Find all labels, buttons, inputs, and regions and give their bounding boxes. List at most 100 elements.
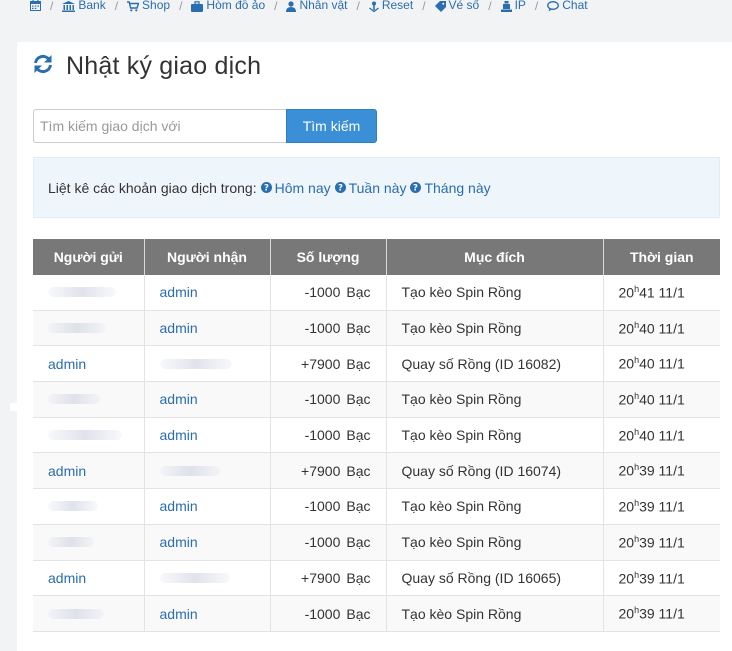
ticket-icon <box>434 0 446 12</box>
purpose-cell: Quay số Rồng (ID 16082) <box>386 345 604 383</box>
table-row: admin +7900 Bạc Quay số Rồng (ID 16074) 20h3… <box>33 452 720 490</box>
sender-cell <box>33 417 145 454</box>
filter-label: Liệt kê các khoản giao dịch trong: <box>48 179 257 196</box>
user-link[interactable]: admin <box>160 427 198 443</box>
purpose-cell: Tạo kèo Spin Rồng <box>386 595 604 632</box>
col-header-sender: Người gửi <box>33 239 145 275</box>
nav-label: Bank <box>78 0 106 12</box>
time-cell: 20h39 11/1 <box>603 452 720 490</box>
table-row: admin -1000 Bạc Tạo kèo Spin Rồng 20h40 11/1 <box>33 417 720 454</box>
nav-item-reset[interactable]: Reset <box>368 0 413 12</box>
amount-value: -1000 <box>304 391 341 408</box>
filter-today-link[interactable]: ? Hôm nay <box>260 179 331 196</box>
sender-cell: admin <box>33 452 145 490</box>
redacted-username <box>48 323 106 334</box>
amount-value: -1000 <box>304 534 341 551</box>
time-cell: 20h40 11/1 <box>603 381 720 418</box>
user-link[interactable]: admin <box>160 391 198 407</box>
redacted-username <box>48 430 122 441</box>
purpose-cell: Tạo kèo Spin Rồng <box>386 310 604 347</box>
nav-item-shop[interactable]: Shop <box>127 0 170 12</box>
user-icon <box>286 0 297 12</box>
amount-value: -1000 <box>304 605 341 622</box>
nav-separator: / <box>488 0 492 13</box>
refresh-icon[interactable] <box>32 53 54 80</box>
time-hour: 20 <box>618 284 635 301</box>
receiver-cell: admin <box>144 417 271 454</box>
table-row: admin -1000 Bạc Tạo kèo Spin Rồng 20h41 11/1 <box>33 275 720 311</box>
filter-panel: Liệt kê các khoản giao dịch trong: ? Hôm… <box>33 157 720 218</box>
time-hour: 20 <box>618 320 635 337</box>
col-header-amount: Số lượng <box>270 239 387 275</box>
amount-cell: -1000 Bạc <box>270 524 387 561</box>
nav-label: Chat <box>562 0 588 12</box>
currency-unit: Bạc <box>346 569 371 586</box>
time-hour: 20 <box>618 534 635 551</box>
sender-cell <box>33 310 145 347</box>
svg-text:?: ? <box>264 183 269 193</box>
currency-unit: Bạc <box>346 284 371 301</box>
time-rest: 40 11/1 <box>639 427 685 444</box>
user-link[interactable]: admin <box>160 534 198 550</box>
user-link[interactable]: admin <box>48 570 86 586</box>
nav-item-inventory[interactable]: Hòm đồ ảo <box>191 0 265 12</box>
nav-separator: / <box>422 0 426 13</box>
nav-item-character[interactable]: Nhân vật <box>286 0 348 12</box>
user-link[interactable]: admin <box>160 606 198 622</box>
purpose-cell: Quay số Rồng (ID 16074) <box>386 452 604 490</box>
currency-unit: Bạc <box>346 462 371 479</box>
table-row: admin +7900 Bạc Quay số Rồng (ID 16082) 20h4… <box>33 345 720 383</box>
search-button[interactable]: Tìm kiếm <box>286 109 377 143</box>
time-cell: 20h39 11/1 <box>603 488 720 525</box>
nav-item-ip[interactable]: IP <box>500 0 526 12</box>
nav-item-calendar[interactable] <box>30 0 41 11</box>
redacted-username <box>48 501 98 512</box>
amount-cell: +7900 Bạc <box>270 560 387 597</box>
nav-item-lottery[interactable]: Vé số <box>434 0 480 12</box>
purpose-cell: Tạo kèo Spin Rồng <box>386 275 604 311</box>
purpose-cell: Tạo kèo Spin Rồng <box>386 417 604 454</box>
user-link[interactable]: admin <box>48 356 86 372</box>
time-hour: 20 <box>618 356 635 373</box>
amount-cell: +7900 Bạc <box>270 345 387 383</box>
user-link[interactable]: admin <box>160 320 198 336</box>
filter-today-label: Hôm nay <box>274 179 331 196</box>
table-row: admin -1000 Bạc Tạo kèo Spin Rồng 20h39 11/1 <box>33 595 720 632</box>
table-row: admin -1000 Bạc Tạo kèo Spin Rồng 20h40 11/1 <box>33 310 720 347</box>
amount-value: -1000 <box>304 284 341 301</box>
amount-cell: -1000 Bạc <box>270 310 387 347</box>
top-nav: / Bank / Shop / Hòm đồ ảo / Nhân vật / R… <box>0 0 732 14</box>
receiver-cell: admin <box>144 275 271 311</box>
amount-value: +7900 <box>301 569 341 586</box>
table-body: admin -1000 Bạc Tạo kèo Spin Rồng 20h41 11/1… <box>33 275 720 632</box>
currency-unit: Bạc <box>346 355 371 372</box>
search-bar: Tìm kiếm <box>33 109 377 143</box>
time-cell: 20h40 11/1 <box>603 310 720 347</box>
time-cell: 20h39 11/1 <box>603 560 720 597</box>
user-link[interactable]: admin <box>160 284 198 300</box>
time-cell: 20h40 11/1 <box>603 345 720 383</box>
time-cell: 20h39 11/1 <box>603 595 720 632</box>
user-link[interactable]: admin <box>48 463 86 479</box>
search-input[interactable] <box>33 109 286 143</box>
nav-item-chat[interactable]: Chat <box>547 0 588 12</box>
filter-week-label: Tuần này <box>348 179 407 196</box>
nav-label: IP <box>514 0 526 12</box>
nav-separator: / <box>534 0 539 13</box>
receiver-cell: admin <box>144 595 271 632</box>
svg-text:?: ? <box>338 183 343 193</box>
nav-separator: / <box>114 0 119 13</box>
filter-week-link[interactable]: ? Tuần này <box>334 179 407 196</box>
filter-month-link[interactable]: ? Tháng này <box>410 180 491 196</box>
sender-cell <box>33 381 145 418</box>
user-link[interactable]: admin <box>160 498 198 514</box>
nav-label: Vé số <box>448 0 480 12</box>
time-rest: 39 11/1 <box>639 570 685 587</box>
reset-icon <box>368 1 379 12</box>
amount-value: -1000 <box>304 498 341 515</box>
svg-text:?: ? <box>414 183 419 193</box>
receiver-cell <box>144 560 271 597</box>
time-hour: 20 <box>618 570 635 587</box>
nav-item-bank[interactable]: Bank <box>62 0 106 12</box>
amount-value: -1000 <box>304 427 341 444</box>
